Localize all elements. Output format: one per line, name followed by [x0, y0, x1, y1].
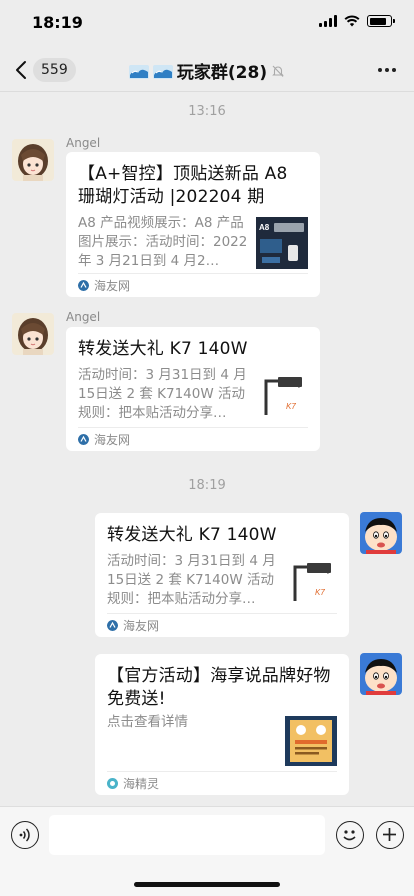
- card-thumbnail: A8: [256, 217, 308, 269]
- card-description: 点击查看详情: [107, 714, 188, 730]
- voice-icon[interactable]: [11, 821, 39, 849]
- chat-title: 玩家群(28): [176, 63, 268, 83]
- link-card[interactable]: 转发送大礼 K7 140W 活动时间：3 月31日到 4 月15日送 2 套 K…: [95, 513, 349, 637]
- svg-text:K7: K7: [315, 588, 325, 597]
- timestamp: 18:19: [188, 478, 226, 493]
- wave-emoji-icon: [128, 64, 149, 79]
- emoji-icon[interactable]: [336, 821, 364, 849]
- card-description: 活动时间：3 月31日到 4 月15日送 2 套 K7140W 活动规则：把本贴…: [107, 553, 276, 607]
- card-thumbnail: K7: [285, 555, 337, 607]
- card-title: 转发送大礼 K7 140W: [107, 525, 277, 545]
- card-source: 海友网: [107, 613, 337, 637]
- source-icon: [78, 434, 89, 445]
- avatar-self[interactable]: [360, 653, 402, 695]
- avatar-angel[interactable]: [12, 139, 54, 181]
- mute-icon: [272, 65, 284, 77]
- home-indicator[interactable]: [134, 882, 280, 887]
- sender-name: Angel: [66, 136, 101, 150]
- card-thumbnail: [285, 716, 337, 766]
- more-icon[interactable]: [378, 68, 396, 72]
- card-source: 海精灵: [107, 771, 337, 795]
- card-source: 海友网: [78, 427, 308, 451]
- chat-title-group[interactable]: 玩家群(28): [0, 58, 414, 83]
- cellular-signal-icon: [319, 15, 337, 27]
- timestamp: 13:16: [188, 104, 226, 119]
- source-label: 海友网: [94, 279, 131, 293]
- battery-icon: [367, 15, 395, 27]
- link-card[interactable]: 【A+智控】顶贴送新品 A8 珊瑚灯活动 |202204 期 A8 产品视频展示…: [66, 152, 320, 297]
- status-time: 18:19: [32, 13, 83, 32]
- avatar-self[interactable]: [360, 512, 402, 554]
- source-label: 海友网: [94, 433, 131, 447]
- source-label: 海友网: [123, 619, 160, 633]
- status-icons: [319, 15, 395, 27]
- wave-emoji-icon: [152, 64, 173, 79]
- chat-header: 559 玩家群(28): [0, 48, 414, 92]
- thumbnail-text: A8: [259, 223, 270, 232]
- link-card[interactable]: 【官方活动】海享说品牌好物免费送! 点击查看详情 海精灵: [95, 654, 349, 795]
- card-description: A8 产品视频展示：A8 产品图片展示：活动时间：2022 年 3 月21日到 …: [78, 215, 248, 269]
- card-thumbnail: K7: [256, 369, 308, 421]
- status-bar: 18:19: [0, 0, 414, 48]
- sender-name: Angel: [66, 310, 101, 324]
- svg-text:K7: K7: [286, 402, 296, 411]
- source-label: 海精灵: [123, 777, 160, 791]
- card-title: 转发送大礼 K7 140W: [78, 339, 248, 359]
- source-icon: [107, 778, 118, 789]
- card-title: 【官方活动】海享说品牌好物免费送!: [107, 666, 331, 709]
- card-title: 【A+智控】顶贴送新品 A8 珊瑚灯活动 |202204 期: [78, 164, 288, 207]
- plus-icon[interactable]: [376, 821, 404, 849]
- avatar-angel[interactable]: [12, 313, 54, 355]
- source-icon: [78, 280, 89, 291]
- card-source: 海友网: [78, 273, 308, 297]
- card-description: 活动时间：3 月31日到 4 月15日送 2 套 K7140W 活动规则：把本贴…: [78, 367, 247, 421]
- link-card[interactable]: 转发送大礼 K7 140W 活动时间：3 月31日到 4 月15日送 2 套 K…: [66, 327, 320, 451]
- message-input[interactable]: [49, 815, 325, 855]
- wifi-icon: [344, 15, 360, 27]
- source-icon: [107, 620, 118, 631]
